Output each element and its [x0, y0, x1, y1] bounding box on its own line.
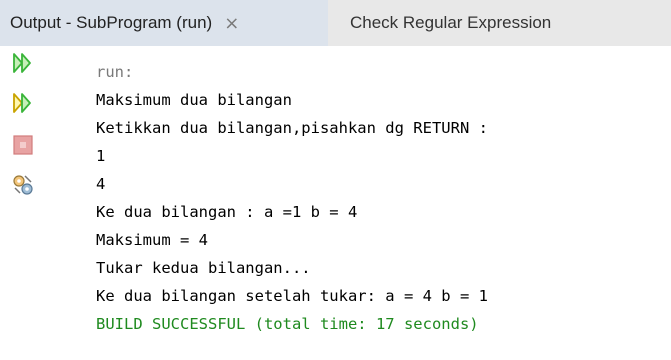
close-icon[interactable]: × — [224, 13, 239, 34]
tab-output-subprogram[interactable]: Output - SubProgram (run) × — [0, 0, 328, 46]
console-line: Maksimum dua bilangan — [96, 91, 292, 109]
tab-bar: Output - SubProgram (run) × Check Regula… — [0, 0, 671, 46]
console-line: 1 — [96, 147, 106, 165]
console-line: Ketikkan dua bilangan,pisahkan dg RETURN… — [96, 119, 488, 137]
tab-label: Output - SubProgram (run) — [10, 13, 213, 32]
stop-icon — [13, 135, 33, 155]
rerun-icon — [13, 53, 31, 73]
console-line: run: — [96, 63, 134, 81]
stop-button[interactable] — [10, 132, 36, 158]
settings-icon — [13, 175, 33, 195]
console-output[interactable]: run: Maksimum dua bilangan Ketikkan dua bi… — [96, 58, 666, 338]
settings-button[interactable] — [10, 172, 36, 198]
tab-check-regular-expression[interactable]: Check Regular Expression — [328, 0, 628, 46]
console-line: 4 — [96, 175, 106, 193]
rerun-with-options-button[interactable] — [10, 90, 36, 116]
console-line: Ke dua bilangan : a =1 b = 4 — [96, 203, 358, 221]
tab-label: Check Regular Expression — [350, 13, 552, 32]
build-status-line: BUILD SUCCESSFUL (total time: 17 seconds… — [96, 315, 479, 333]
output-toolbar — [0, 46, 44, 360]
console-line: Maksimum = 4 — [96, 231, 208, 249]
rerun-button[interactable] — [10, 50, 36, 76]
console-line: Tukar kedua bilangan... — [96, 259, 311, 277]
output-window: Output - SubProgram (run) × Check Regula… — [0, 0, 671, 360]
rerun-with-options-icon — [13, 93, 31, 113]
console-line: Ke dua bilangan setelah tukar: a = 4 b =… — [96, 287, 488, 305]
